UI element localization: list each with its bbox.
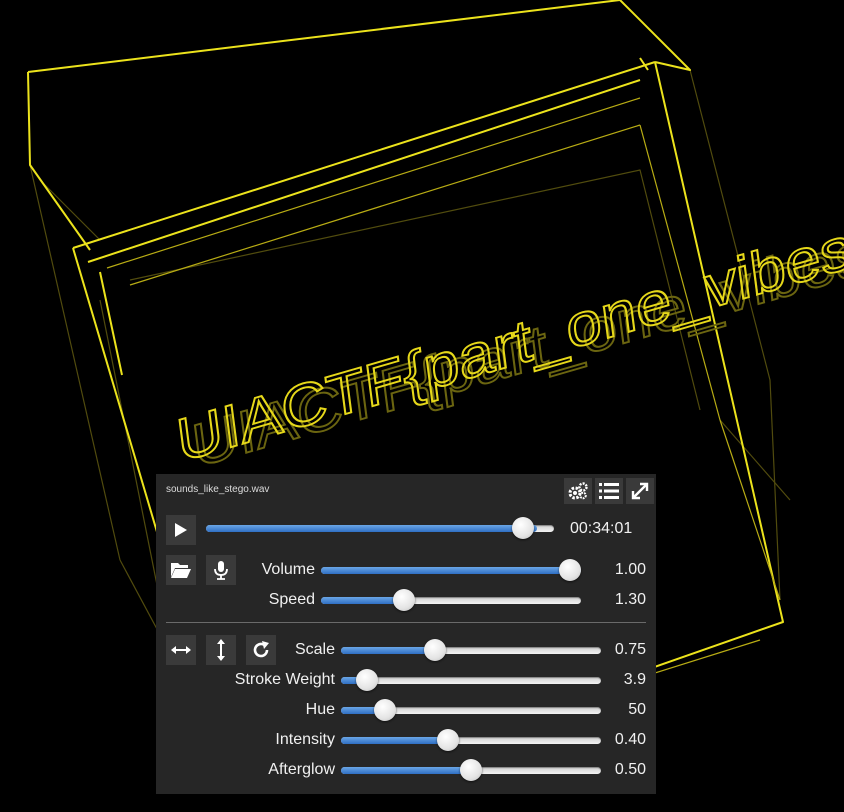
- section-divider: [166, 622, 646, 623]
- intensity-slider-thumb[interactable]: [436, 729, 459, 751]
- rotate-button[interactable]: [246, 635, 276, 665]
- seek-thumb[interactable]: [511, 517, 534, 539]
- scale-label: Scale: [294, 641, 335, 658]
- stroke-weight-slider[interactable]: [341, 669, 601, 691]
- hue-slider-thumb[interactable]: [374, 699, 397, 721]
- intensity-slider[interactable]: [341, 729, 601, 751]
- seek-fill: [206, 525, 537, 532]
- folder-open-icon: [171, 563, 191, 578]
- stroke-weight-label: Stroke Weight: [234, 671, 335, 688]
- speed-slider-fill: [321, 597, 405, 604]
- open-file-button[interactable]: [166, 555, 196, 585]
- gears-icon: [568, 482, 588, 500]
- arrows-horizontal-icon: [171, 646, 191, 654]
- flip-horizontal-button[interactable]: [166, 635, 196, 665]
- speed-slider[interactable]: [321, 589, 581, 611]
- scale-slider-fill: [341, 647, 435, 654]
- stroke-weight-slider-thumb[interactable]: [356, 669, 378, 691]
- volume-slider-thumb[interactable]: [559, 559, 581, 581]
- afterglow-slider[interactable]: [341, 759, 601, 781]
- playback-time: 00:34:01: [570, 520, 633, 537]
- volume-value: 1.00: [614, 561, 646, 578]
- microphone-button[interactable]: [206, 555, 236, 585]
- arrows-vertical-icon: [217, 639, 225, 661]
- flag-text: UIACTF{part_one_vibes}: [173, 207, 844, 475]
- afterglow-slider-thumb[interactable]: [460, 759, 482, 781]
- intensity-slider-fill: [341, 737, 448, 744]
- expand-icon: [631, 482, 649, 500]
- microphone-icon: [214, 561, 228, 580]
- file-name: sounds_like_stego.wav: [166, 484, 270, 495]
- afterglow-label: Afterglow: [268, 761, 335, 778]
- rotate-icon: [253, 641, 269, 658]
- speed-slider-thumb[interactable]: [393, 589, 416, 611]
- play-icon: [175, 523, 187, 537]
- player-controls-panel: sounds_like_stego.wav 00:34:01 Volume 1.…: [156, 474, 656, 794]
- playlist-button[interactable]: [595, 478, 623, 504]
- hue-label: Hue: [305, 701, 335, 718]
- fullscreen-button[interactable]: [626, 478, 654, 504]
- seek-slider[interactable]: [206, 517, 554, 539]
- hue-slider[interactable]: [341, 699, 601, 721]
- speed-value: 1.30: [614, 591, 646, 608]
- settings-button[interactable]: [564, 478, 592, 504]
- volume-label: Volume: [261, 561, 315, 578]
- intensity-value: 0.40: [614, 731, 646, 748]
- stroke-weight-value: 3.9: [623, 671, 646, 688]
- volume-slider-fill: [321, 567, 581, 574]
- scale-value: 0.75: [614, 641, 646, 658]
- afterglow-slider-fill: [341, 767, 471, 774]
- scale-slider[interactable]: [341, 639, 601, 661]
- flip-vertical-button[interactable]: [206, 635, 236, 665]
- intensity-label: Intensity: [275, 731, 335, 748]
- speed-label: Speed: [268, 591, 315, 608]
- play-button[interactable]: [166, 515, 196, 545]
- volume-slider[interactable]: [321, 559, 581, 581]
- list-icon: [599, 483, 619, 499]
- afterglow-value: 0.50: [614, 761, 646, 778]
- scale-slider-thumb[interactable]: [423, 639, 446, 661]
- hue-value: 50: [628, 701, 646, 718]
